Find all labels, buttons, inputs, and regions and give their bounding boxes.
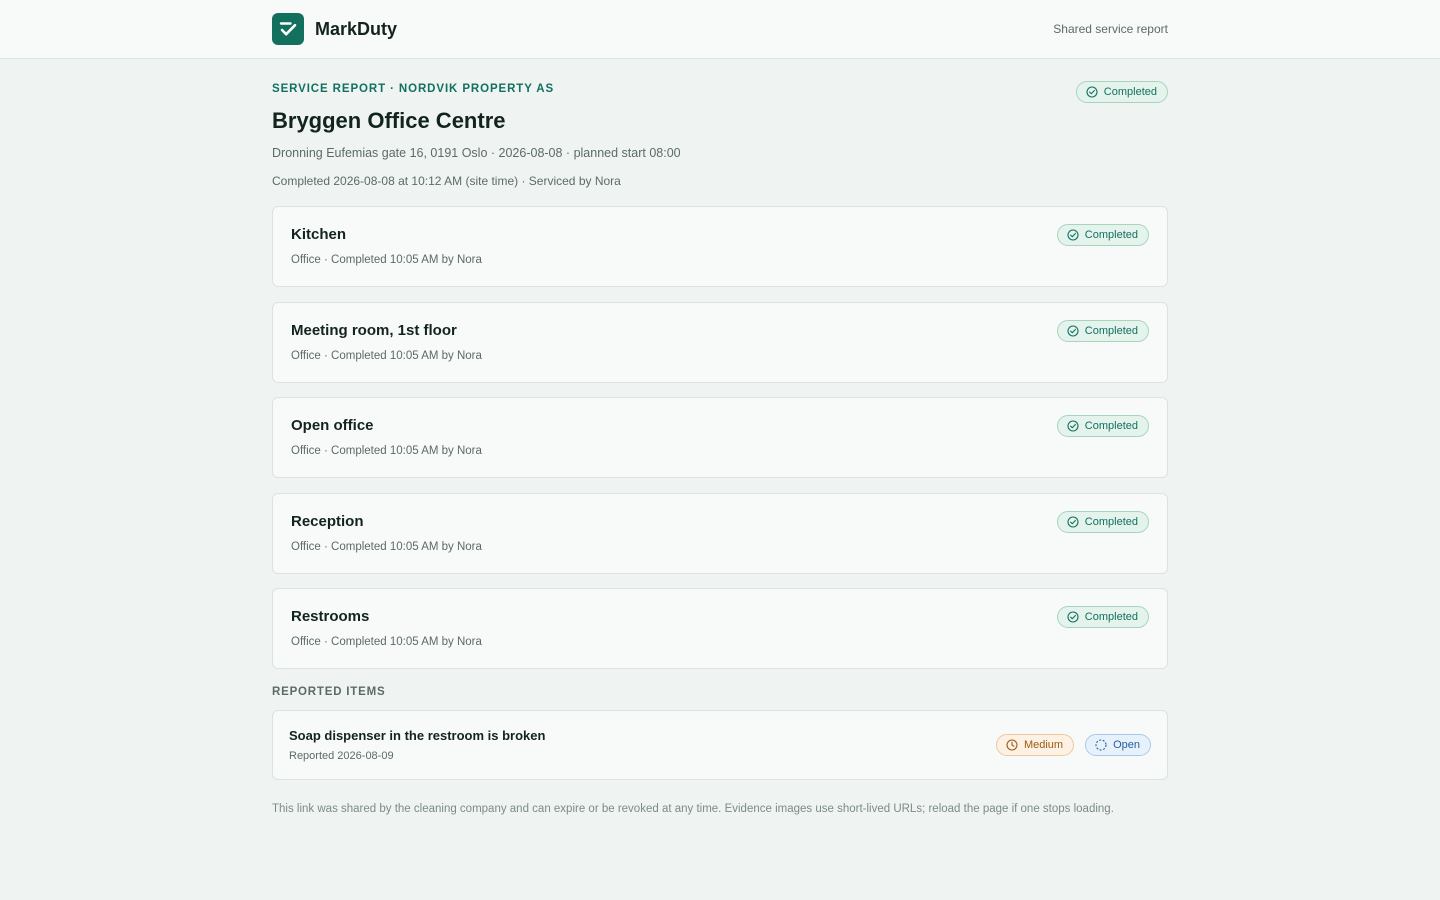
status-badge: Completed: [1056, 415, 1149, 437]
completion-meta: Completed 2026-08-08 at 10:12 AM (site t…: [272, 174, 621, 188]
status-badge: Completed: [1056, 510, 1149, 533]
room-card[interactable]: Open office Office · Completed 10:05 AM …: [272, 397, 1168, 478]
status-label: Completed: [1084, 324, 1138, 337]
checkmark-logo-icon: [272, 13, 304, 45]
top-bar: MarkDuty Shared service report: [0, 0, 1440, 59]
status-label: Completed: [1084, 515, 1138, 528]
status-label: Completed: [1084, 229, 1138, 241]
footer-note: This link was shared by the cleaning com…: [272, 802, 1114, 815]
check-circle-icon: [1067, 515, 1079, 528]
check-circle-icon: [1067, 229, 1079, 241]
dashed-circle-icon: [1095, 738, 1107, 751]
issue-status-label: Open: [1113, 738, 1140, 751]
status-badge: Completed: [1056, 224, 1149, 246]
priority-label: Medium: [1023, 738, 1064, 751]
status-label: Completed: [1103, 86, 1157, 98]
check-circle-icon: [1067, 420, 1079, 432]
report-eyebrow: SERVICE REPORT · NORDVIK PROPERTY AS: [272, 83, 555, 95]
brand-name: MarkDuty: [315, 18, 398, 39]
room-meta: Office · Completed 10:05 AM by Nora: [291, 349, 482, 362]
status-label: Completed: [1084, 611, 1138, 623]
room-card[interactable]: Reception Office · Completed 10:05 AM by…: [272, 492, 1168, 574]
issue-status-badge: Open: [1085, 733, 1151, 756]
reported-items-heading: REPORTED ITEMS: [272, 685, 386, 698]
priority-badge: Medium: [995, 733, 1075, 756]
room-card[interactable]: Kitchen Office · Completed 10:05 AM by N…: [272, 206, 1168, 287]
room-name: Open office: [291, 417, 374, 434]
report-main: Completed SERVICE REPORT · NORDVIK PROPE…: [272, 59, 1168, 817]
shared-report-label: Shared service report: [1053, 22, 1168, 36]
room-list: Kitchen Office · Completed 10:05 AM by N…: [272, 206, 1168, 669]
room-name: Meeting room, 1st floor: [291, 321, 457, 339]
status-badge: Completed: [1056, 319, 1149, 342]
room-meta: Office · Completed 10:05 AM by Nora: [291, 636, 482, 648]
reported-item-card[interactable]: Soap dispenser in the restroom is broken…: [272, 709, 1168, 780]
room-name: Kitchen: [291, 226, 347, 243]
site-meta: Dronning Eufemias gate 16, 0191 Oslo · 2…: [272, 146, 681, 160]
clock-icon: [1006, 738, 1018, 751]
status-badge: Completed: [1075, 81, 1168, 103]
room-meta: Office · Completed 10:05 AM by Nora: [291, 254, 482, 266]
status-label: Completed: [1084, 420, 1138, 432]
check-circle-icon: [1067, 611, 1079, 623]
room-name: Reception: [291, 512, 364, 530]
room-card[interactable]: Restrooms Office · Completed 10:05 AM by…: [272, 588, 1168, 669]
status-badge: Completed: [1056, 606, 1149, 628]
room-card[interactable]: Meeting room, 1st floor Office · Complet…: [272, 301, 1168, 383]
check-circle-icon: [1067, 324, 1079, 337]
room-name: Restrooms: [291, 608, 370, 625]
check-circle-icon: [1086, 86, 1098, 98]
report-status-badge: Completed: [1075, 81, 1168, 103]
room-meta: Office · Completed 10:05 AM by Nora: [291, 445, 482, 457]
room-meta: Office · Completed 10:05 AM by Nora: [291, 540, 482, 553]
page-title: Bryggen Office Centre: [272, 108, 506, 133]
brand[interactable]: MarkDuty: [272, 13, 397, 45]
